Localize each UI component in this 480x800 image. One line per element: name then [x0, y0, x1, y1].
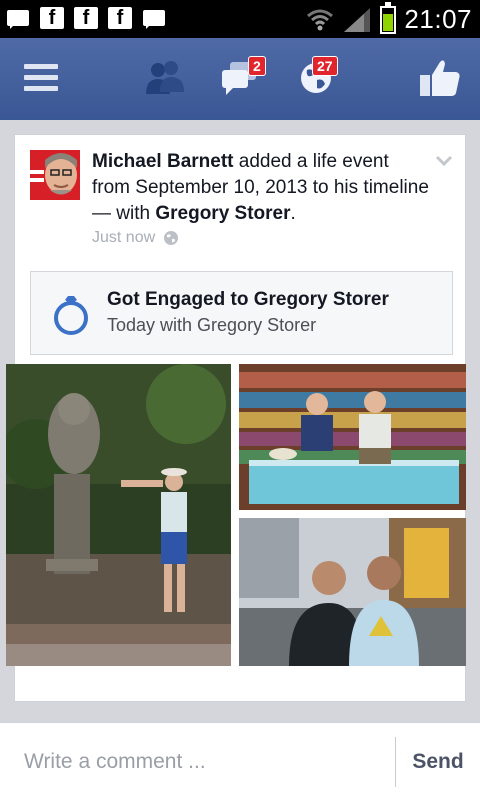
status-bar: f f f 21:07 — [0, 0, 480, 38]
clock: 21:07 — [404, 4, 472, 34]
app-header: 2 27 — [0, 38, 480, 120]
notifications-globe-icon[interactable]: 27 — [298, 56, 338, 101]
timestamp-text[interactable]: Just now — [92, 229, 155, 247]
notifications-badge: 27 — [312, 56, 338, 76]
globe-icon — [164, 231, 179, 245]
chevron-down-icon[interactable] — [435, 155, 453, 167]
facebook-icon: f — [108, 7, 132, 29]
friend-requests-icon[interactable] — [144, 60, 186, 101]
wifi-icon — [307, 9, 334, 30]
facebook-icon: f — [40, 7, 64, 29]
messages-badge: 2 — [248, 56, 266, 76]
signal-icon — [344, 7, 371, 32]
comment-input[interactable] — [0, 723, 394, 800]
messages-icon[interactable]: 2 — [220, 56, 266, 101]
author-name[interactable]: Michael Barnett — [92, 151, 233, 172]
comment-bar: Send — [0, 722, 480, 800]
photo-bookstore-fish-spa[interactable] — [239, 364, 466, 510]
message-icon — [6, 7, 30, 29]
battery-icon — [380, 1, 397, 34]
tagged-name[interactable]: Gregory Storer — [155, 203, 290, 224]
photo-statue-garden[interactable] — [6, 364, 231, 666]
ring-icon — [54, 296, 88, 335]
life-event-title: Got Engaged to Gregory Storer — [107, 289, 389, 310]
story-end: . — [290, 203, 296, 224]
story-text: Michael Barnett added a life event from … — [92, 149, 432, 227]
send-button[interactable]: Send — [396, 723, 480, 800]
system-icons: 21:07 — [306, 1, 472, 35]
life-event-subtitle: Today with Gregory Storer — [107, 315, 317, 335]
photo-street-selfie[interactable] — [239, 518, 466, 666]
post-timestamp: Just now — [92, 229, 179, 247]
avatar[interactable] — [30, 150, 80, 200]
like-thumb-icon[interactable] — [418, 58, 462, 103]
photo-grid — [6, 364, 466, 666]
message-icon — [142, 7, 166, 29]
facebook-icon: f — [74, 7, 98, 29]
notification-icons: f f f — [6, 7, 166, 29]
life-event-box[interactable]: Got Engaged to Gregory Storer Today with… — [30, 271, 453, 355]
menu-icon[interactable] — [24, 64, 58, 92]
